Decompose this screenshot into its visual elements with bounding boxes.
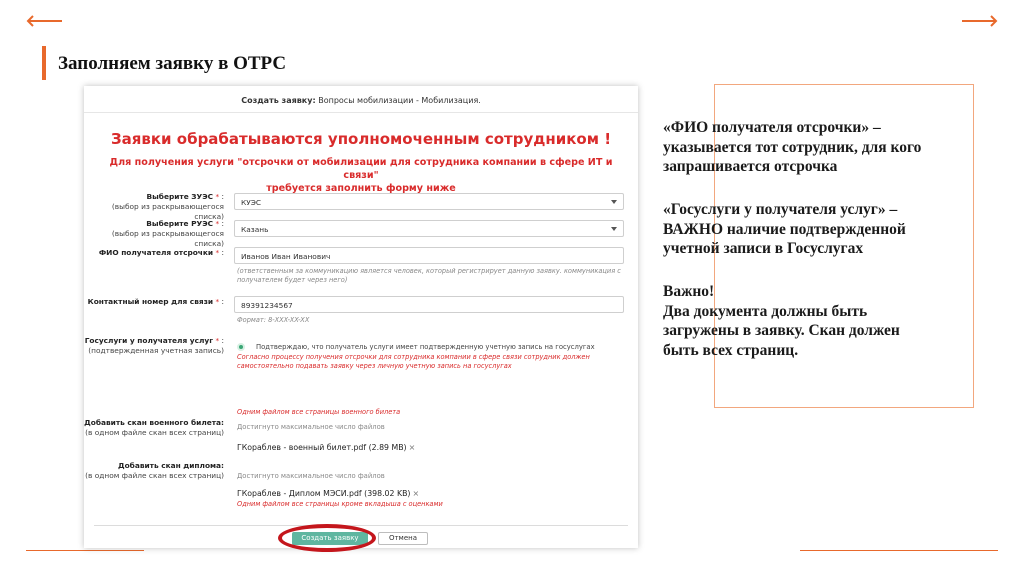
rues-label: Выберите РУЭС * : (выбор из раскрывающег…	[111, 219, 224, 248]
fio-input[interactable]: Иванов Иван Иванович	[234, 247, 624, 264]
military-id-label: Добавить скан военного билета: (в одном …	[84, 418, 224, 437]
form-divider	[84, 112, 638, 113]
form-header-label: Создать заявку:	[241, 96, 316, 105]
phone-format-hint: Формат: 8-XXX-XX-XX	[237, 316, 310, 324]
diploma-file: ГКораблев - Диплом МЭСИ.pdf (398.02 KB) ×	[237, 489, 419, 498]
warning-subtitle-line: Для получения услуги "отсрочки от мобили…	[109, 157, 613, 181]
info-paragraph-gosuslugi: «Госуслуги у получателя услуг» – ВАЖНО н…	[663, 201, 906, 257]
gosuslugi-confirm-text: Подтверждаю, что получатель услуги имеет…	[256, 343, 595, 351]
bottom-right-line	[800, 550, 998, 551]
warning-subtitle: Для получения услуги "отсрочки от мобили…	[104, 156, 618, 195]
arrow-left-icon[interactable]	[26, 14, 64, 28]
zues-label: Выберите ЗУЭС * : (выбор из раскрывающег…	[111, 192, 224, 221]
fio-value: Иванов Иван Иванович	[241, 252, 331, 261]
military-id-file: ГКораблев - военный билет.pdf (2.89 MB) ×	[237, 443, 415, 452]
gosuslugi-label: Госуслуги у получателя услуг * : (подтве…	[84, 336, 224, 355]
title-accent-bar	[42, 46, 46, 80]
slide-title: Заполняем заявку в ОТРС	[58, 53, 287, 74]
diploma-limit: Достигнуто максимальное число файлов	[237, 472, 385, 480]
gosuslugi-confirm-radio[interactable]	[237, 343, 245, 351]
form-screenshot: Создать заявку: Вопросы мобилизации - Мо…	[84, 86, 638, 548]
gosuslugi-warning: Согласно процессу получения отсрочки для…	[237, 353, 590, 370]
rues-select[interactable]: Казань	[234, 220, 624, 237]
chevron-down-icon	[611, 227, 617, 231]
military-id-limit: Достигнуто максимальное число файлов	[237, 423, 385, 431]
phone-value: 89391234567	[241, 301, 293, 310]
diploma-filename: ГКораблев - Диплом МЭСИ.pdf (398.02 KB)	[237, 489, 411, 498]
zues-value: КУЭС	[241, 198, 262, 207]
remove-file-icon[interactable]: ×	[409, 443, 416, 452]
info-paragraph-fio: «ФИО получателя отсрочки» – указывается …	[663, 119, 922, 175]
zues-select[interactable]: КУЭС	[234, 193, 624, 210]
military-id-note: Одним файлом все страницы военного билет…	[237, 408, 401, 416]
phone-label: Контактный номер для связи * :	[87, 297, 224, 306]
phone-input[interactable]: 89391234567	[234, 296, 624, 313]
form-header-value: Вопросы мобилизации - Мобилизация.	[318, 96, 481, 105]
info-paragraph-documents: Важно! Два документа должны быть загруже…	[663, 283, 900, 359]
diploma-note: Одним файлом все страницы кроме вкладыша…	[237, 500, 443, 508]
remove-file-icon[interactable]: ×	[412, 489, 419, 498]
form-header: Создать заявку: Вопросы мобилизации - Мо…	[84, 96, 638, 105]
fio-label: ФИО получателя отсрочки * :	[98, 248, 224, 257]
cancel-button[interactable]: Отмена	[378, 532, 428, 545]
fio-note: (ответственным за коммуникацию является …	[237, 267, 621, 284]
footer-divider	[94, 525, 628, 526]
rues-value: Казань	[241, 225, 269, 234]
highlight-ellipse	[278, 524, 376, 552]
warning-title: Заявки обрабатываются уполномоченным сот…	[110, 130, 612, 148]
arrow-right-icon[interactable]	[960, 14, 998, 28]
bottom-left-line	[26, 550, 144, 551]
diploma-label: Добавить скан диплома: (в одном файле ск…	[85, 461, 224, 480]
chevron-down-icon	[611, 200, 617, 204]
military-id-filename: ГКораблев - военный билет.pdf (2.89 MB)	[237, 443, 407, 452]
